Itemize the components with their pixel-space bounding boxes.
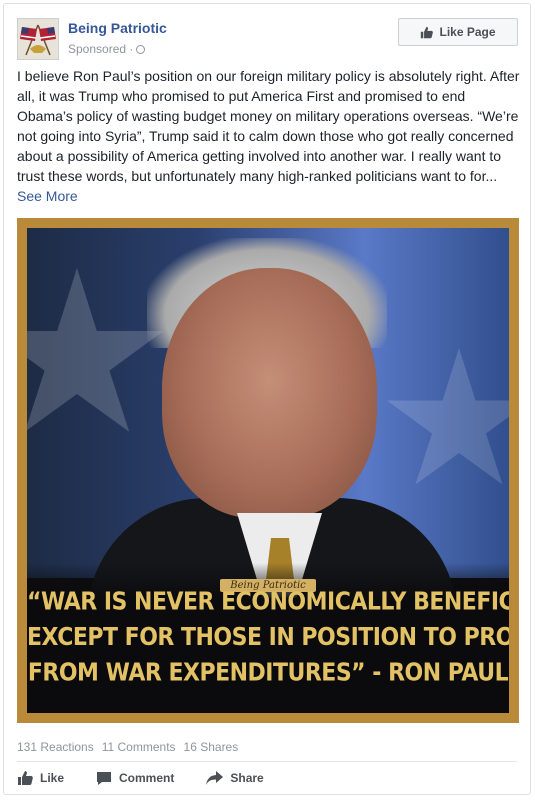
divider [17,761,517,762]
quote-line: from war expenditures” - Ron Paul [27,658,509,688]
quote-line: except for those in position to profit [27,623,509,652]
thumbs-up-icon [18,771,33,785]
like-label: Like [40,771,65,785]
image-quote: “War is never economically beneficial ex… [27,584,509,691]
comments-count[interactable]: 11 Comments [102,740,176,754]
see-more-link[interactable]: See More [17,188,78,204]
post-card: Being Patriotic Sponsored · Like Page I … [3,3,531,795]
globe-icon [136,44,146,54]
like-button[interactable]: Like [17,770,64,786]
sponsored-text: Sponsored · [68,42,134,56]
post-body-text: I believe Ron Paul’s position on our for… [17,68,520,184]
thumbs-up-icon [421,26,434,38]
page-name-link[interactable]: Being Patriotic [68,20,167,36]
like-page-button[interactable]: Like Page [398,18,518,46]
page-avatar[interactable] [17,18,59,60]
shares-count[interactable]: 16 Shares [184,740,239,754]
photo-frame: Being Patriotic “War is never economical… [27,228,509,713]
post-text: I believe Ron Paul’s position on our for… [17,66,520,206]
post-actions: Like Comment Share [17,770,264,786]
quote-line: “War is never economically beneficial [27,587,509,617]
post-image[interactable]: Being Patriotic “War is never economical… [17,218,519,723]
post-stats: 131 Reactions 11 Comments 16 Shares [17,740,238,754]
like-page-label: Like Page [439,25,496,39]
person-face [162,268,377,518]
reactions-count[interactable]: 131 Reactions [17,740,94,754]
sponsored-label: Sponsored · [68,42,146,56]
comment-button[interactable]: Comment [96,770,174,786]
flags-logo-icon [18,19,58,59]
share-icon [206,771,224,785]
comment-label: Comment [119,771,175,785]
share-label: Share [230,771,264,785]
share-button[interactable]: Share [206,770,264,786]
comment-icon [97,771,112,785]
